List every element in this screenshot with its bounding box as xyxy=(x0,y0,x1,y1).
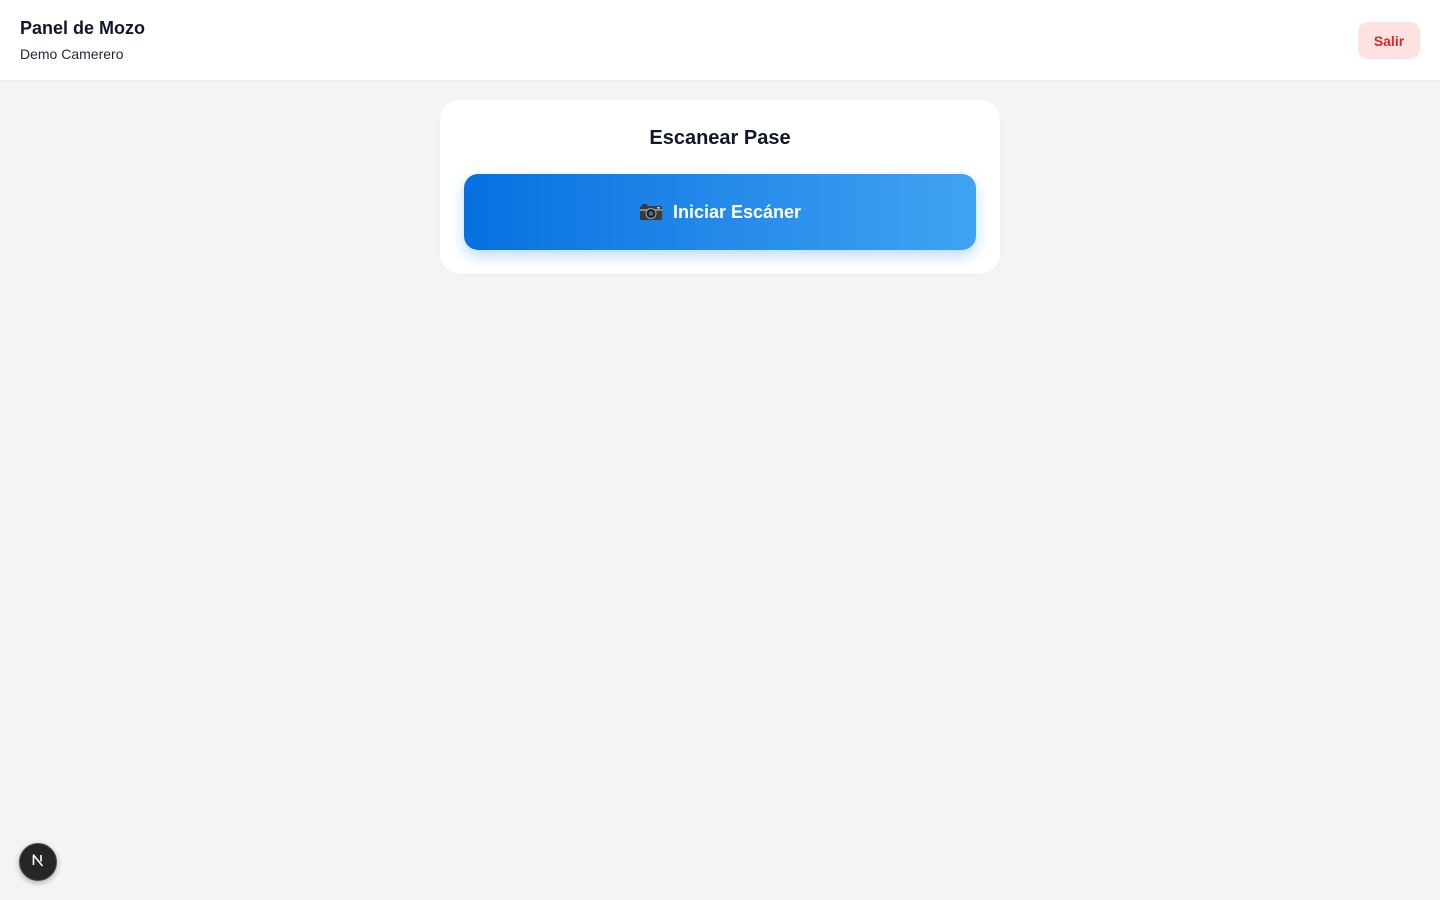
scan-card-title: Escanear Pase xyxy=(649,127,791,149)
page-title: Panel de Mozo xyxy=(20,18,146,38)
nextjs-icon xyxy=(30,852,46,873)
logout-button[interactable]: Salir xyxy=(1358,22,1420,59)
scan-card: Escanear Pase Iniciar Escáner xyxy=(440,100,1000,274)
top-header: Panel de Mozo Demo Camerero Salir xyxy=(0,0,1440,80)
nextjs-dev-badge[interactable] xyxy=(19,843,57,881)
camera-icon xyxy=(639,203,663,221)
start-scanner-label: Iniciar Escáner xyxy=(672,201,802,222)
start-scanner-button[interactable]: Iniciar Escáner xyxy=(464,174,976,250)
user-name: Demo Camerero xyxy=(20,46,124,62)
